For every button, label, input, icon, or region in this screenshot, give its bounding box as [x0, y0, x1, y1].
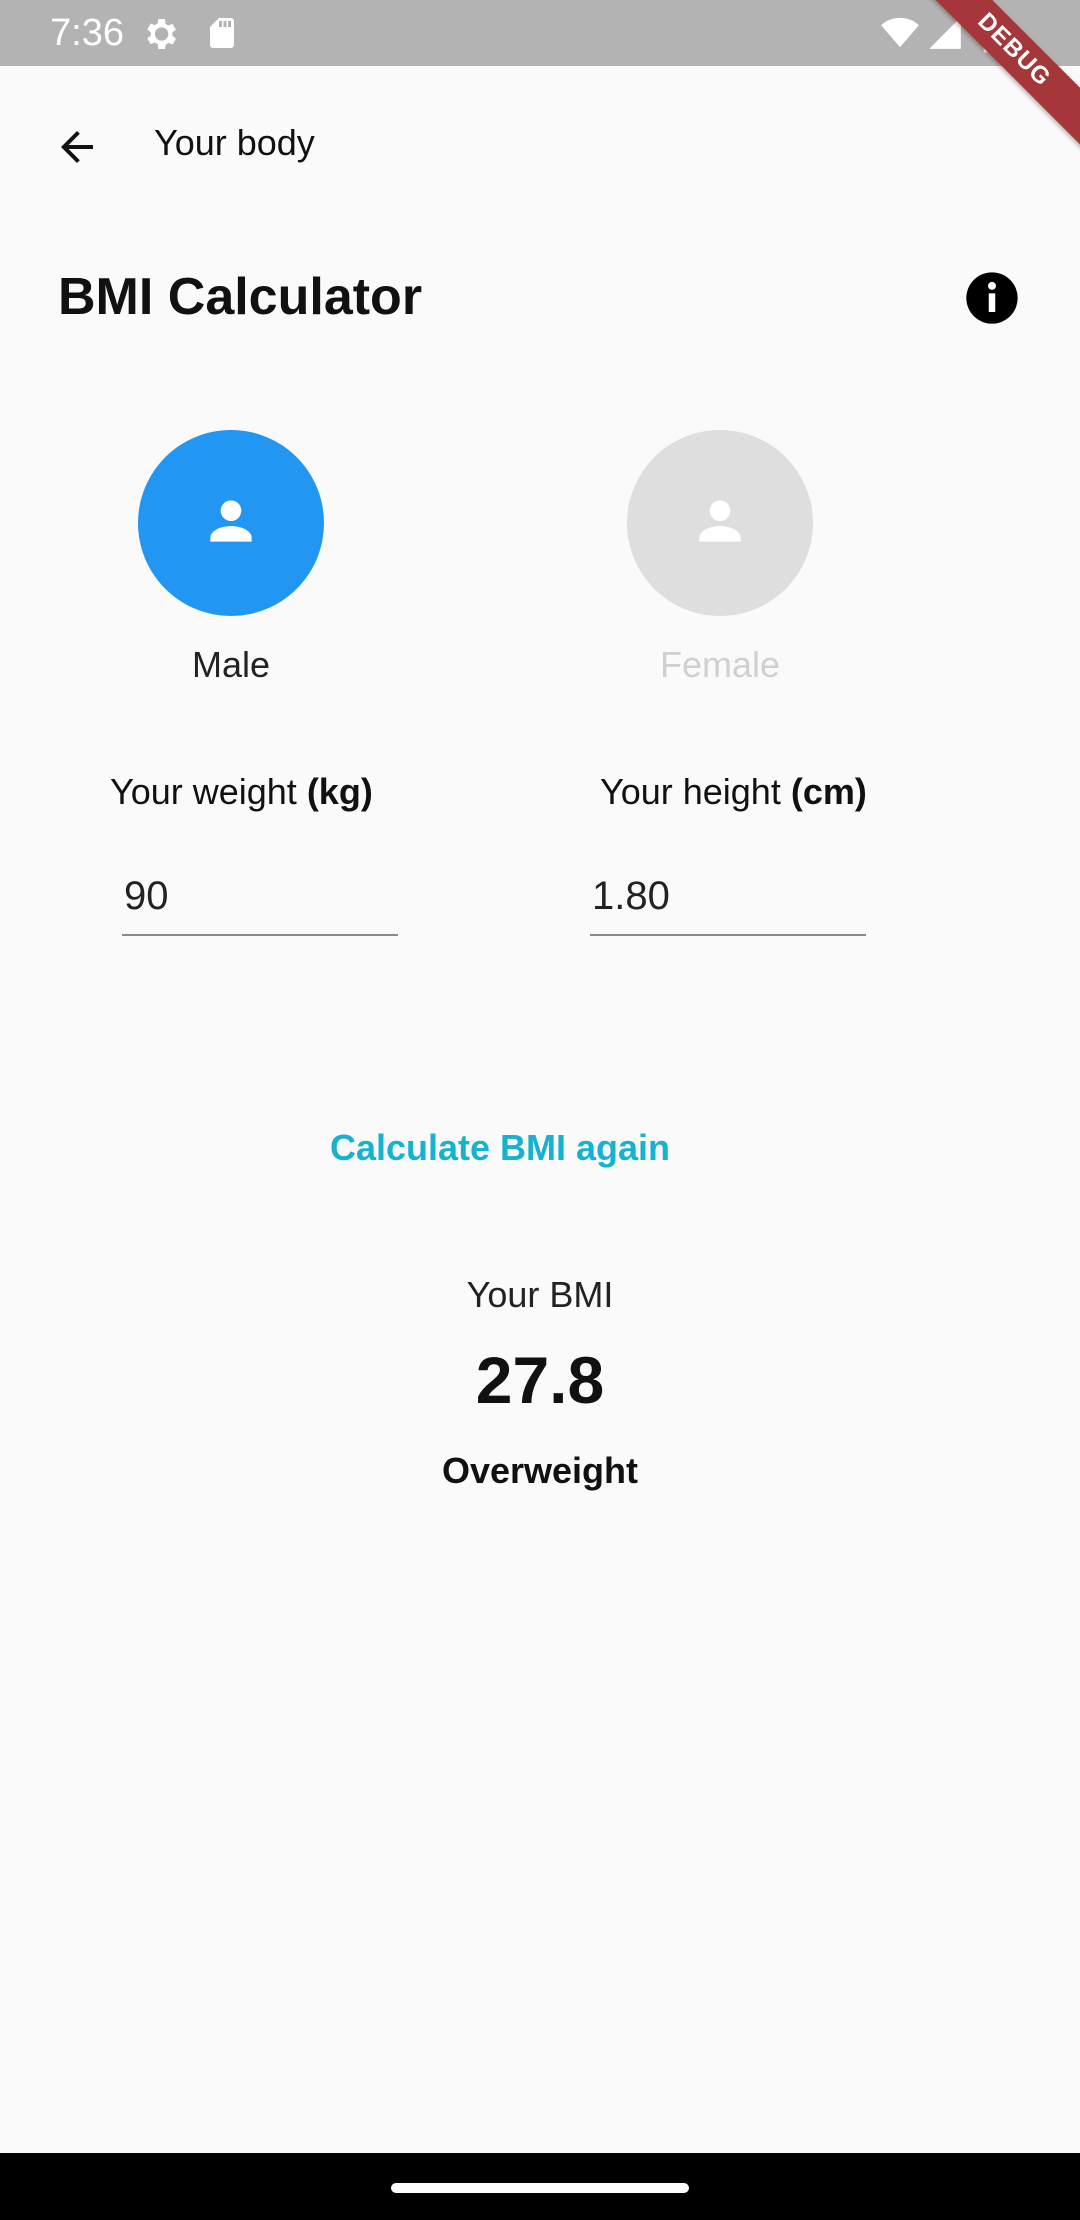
height-label: Your height (cm): [600, 767, 867, 817]
app-bar-title: Your body: [154, 122, 315, 163]
weight-input[interactable]: [122, 868, 398, 936]
male-label: Male: [191, 644, 271, 685]
person-icon: [689, 490, 751, 557]
bmi-result-label: Your BMI: [466, 1274, 614, 1315]
height-unit: (cm): [790, 771, 867, 812]
sd-card-icon: [204, 14, 240, 57]
height-label-text: Your height: [600, 771, 791, 812]
info-button[interactable]: [964, 270, 1020, 326]
info-icon: [964, 272, 1020, 330]
page-title: BMI Calculator: [58, 268, 423, 326]
weight-label: Your weight (kg): [110, 767, 373, 817]
settings-icon: [140, 14, 180, 59]
bmi-result-category: Overweight: [441, 1450, 639, 1491]
calculate-bmi-button[interactable]: Calculate BMI again: [290, 1118, 710, 1178]
weight-unit: (kg): [306, 771, 373, 812]
person-icon: [200, 490, 262, 557]
male-option[interactable]: [138, 430, 324, 616]
status-bar: 7:36: [0, 0, 1080, 66]
wifi-icon: [880, 14, 920, 57]
arrow-back-icon: [53, 123, 101, 176]
bmi-result-value: 27.8: [475, 1343, 605, 1417]
home-indicator[interactable]: [391, 2183, 689, 2193]
height-input[interactable]: [590, 868, 866, 936]
weight-label-text: Your weight: [110, 771, 307, 812]
female-option[interactable]: [627, 430, 813, 616]
female-label: Female: [659, 644, 781, 685]
back-button[interactable]: [38, 110, 116, 188]
status-time: 7:36: [50, 12, 124, 54]
